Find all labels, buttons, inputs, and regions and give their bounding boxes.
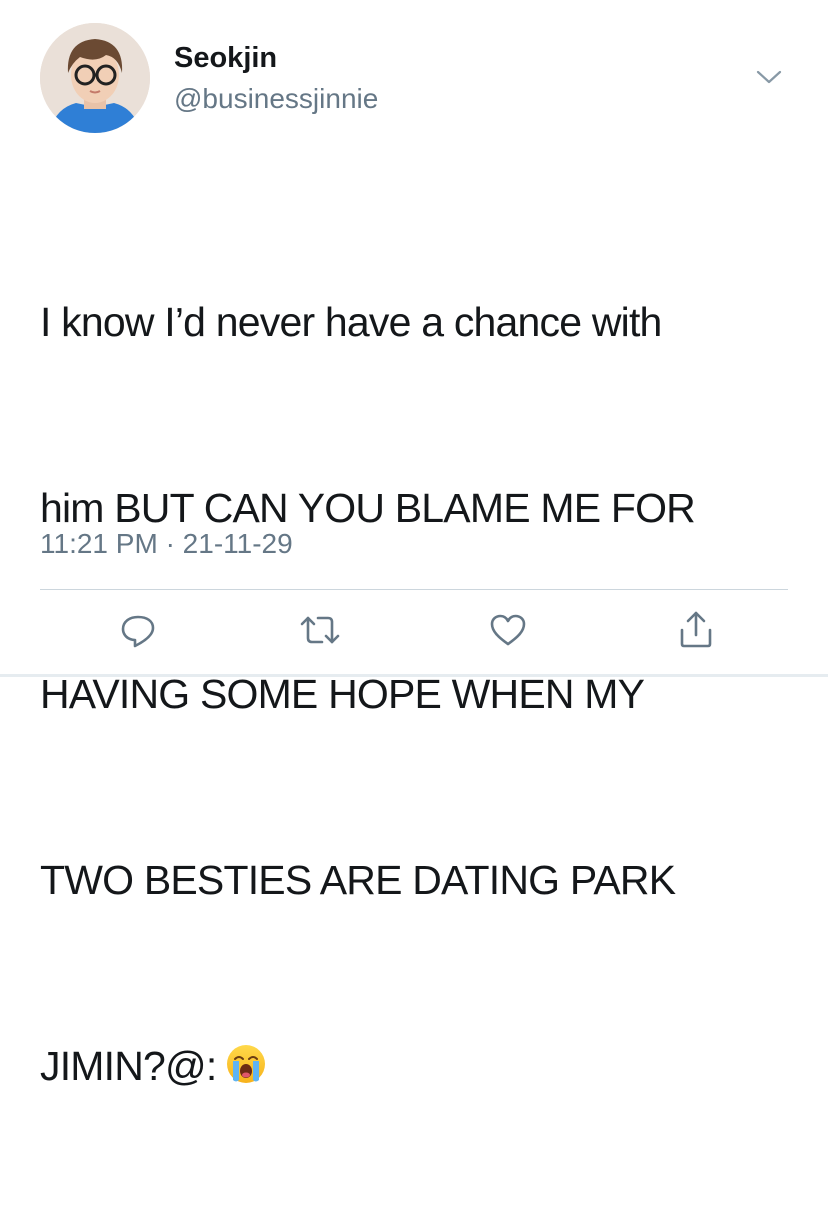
user-handle[interactable]: @businessjinnie [174,82,378,116]
chevron-down-icon[interactable] [752,62,786,92]
tweet-line: JIMIN?@: [40,1043,217,1089]
share-button[interactable] [672,606,720,654]
like-button[interactable] [484,606,532,654]
loudly-crying-face-icon [224,1041,268,1085]
tweet-timestamp[interactable]: 11:21 PM · 21-11-29 [40,526,293,562]
tweet-line: I know I’d never have a chance with [40,299,662,345]
display-name[interactable]: Seokjin [174,40,277,76]
retweet-button[interactable] [296,606,344,654]
tweet-time: 11:21 PM [40,528,158,559]
heart-icon [490,614,526,646]
divider [40,589,788,590]
meta-separator: · [165,528,175,559]
tweet-date: 21-11-29 [182,528,293,559]
reply-button[interactable] [114,606,162,654]
avatar[interactable] [40,23,150,133]
tweet-card: Seokjin @businessjinnie I know I’d never… [0,0,828,1089]
share-icon [680,611,712,648]
tweet-line-last: JIMIN?@: [40,1035,800,1097]
reply-icon [121,615,155,648]
tweet-line: HAVING SOME HOPE WHEN MY [40,671,645,717]
profile-photo-icon [40,23,150,133]
action-bar [0,606,828,654]
tweet-line: TWO BESTIES ARE DATING PARK [40,857,676,903]
tweet-text: I know I’d never have a chance with him … [40,167,800,1221]
retweet-icon [300,616,340,644]
